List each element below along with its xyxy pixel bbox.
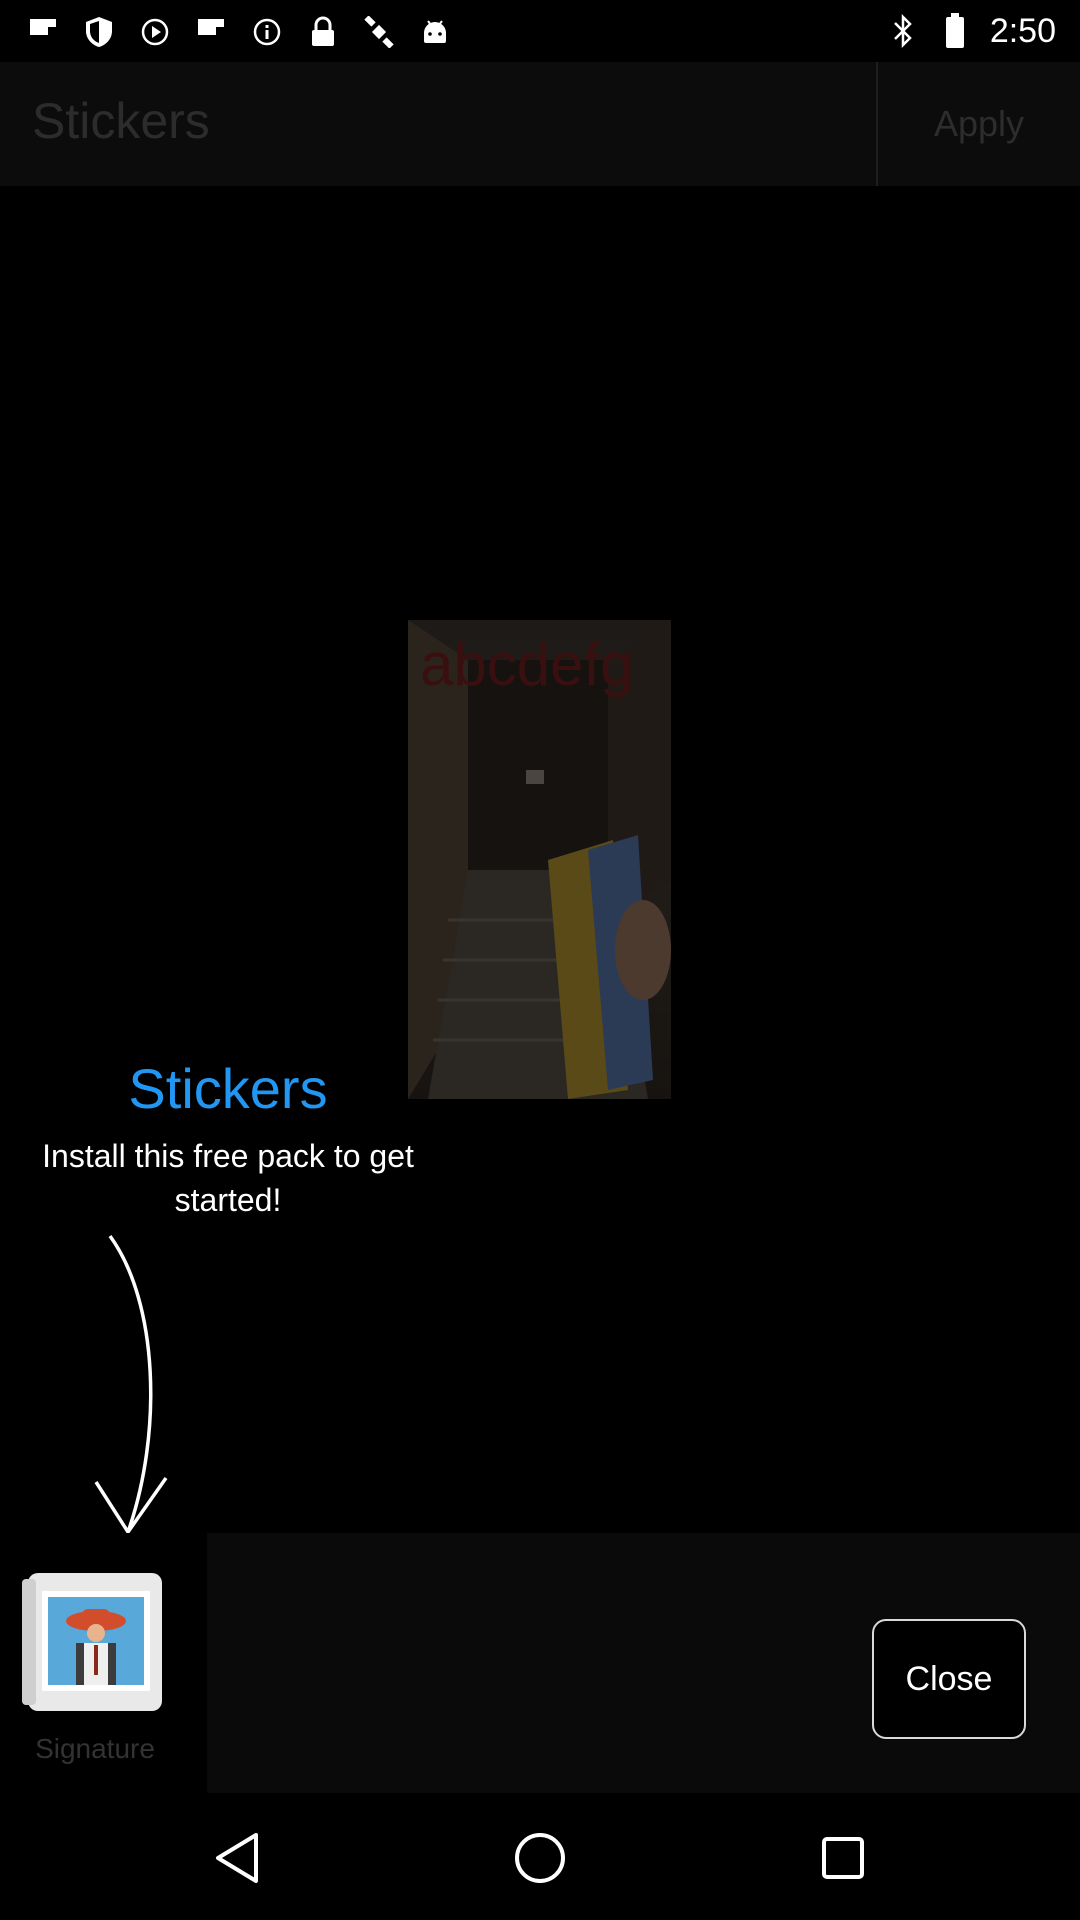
photo-preview: abcdefg (408, 620, 671, 1099)
sticker-pack-signature[interactable]: Signature (0, 1533, 207, 1793)
coach-title: Stickers (128, 1057, 328, 1120)
info-icon (250, 15, 284, 49)
coach-message: Install this free pack to get started! (42, 1138, 414, 1218)
shield-icon (82, 15, 116, 49)
back-triangle-icon (216, 1833, 258, 1883)
close-button[interactable]: Close (872, 1619, 1026, 1739)
pointer-arrow-icon (94, 1234, 168, 1536)
status-notifications (26, 12, 452, 52)
sticker-pack-label: Signature (35, 1733, 155, 1764)
back-button[interactable] (202, 1823, 272, 1893)
lock-icon (306, 15, 340, 49)
status-system: 2:50 (886, 10, 1056, 52)
battery-icon (938, 13, 972, 48)
screen: 2:50 Stickers Apply abcdefg Stickers Ins… (0, 0, 1080, 1920)
sticker-text-overlay: abcdefg (420, 631, 634, 698)
sticker-pack-thumbnail (22, 1573, 162, 1711)
recents-square-icon (822, 1837, 864, 1879)
recents-button[interactable] (808, 1823, 878, 1893)
bluetooth-icon (886, 14, 920, 48)
home-button[interactable] (505, 1823, 575, 1893)
android-icon (418, 15, 452, 49)
apply-button[interactable]: Apply (876, 62, 1080, 186)
home-circle-icon (515, 1833, 565, 1883)
status-bar: 2:50 (0, 0, 1080, 62)
flipboard-icon (194, 15, 228, 49)
navigation-bar (0, 1793, 1080, 1920)
play-icon (138, 15, 172, 49)
satellite-icon (362, 15, 396, 49)
flipboard-icon (26, 15, 60, 49)
app-bar: Stickers Apply (0, 62, 1080, 186)
page-title: Stickers (32, 93, 210, 149)
clock: 2:50 (989, 11, 1056, 50)
